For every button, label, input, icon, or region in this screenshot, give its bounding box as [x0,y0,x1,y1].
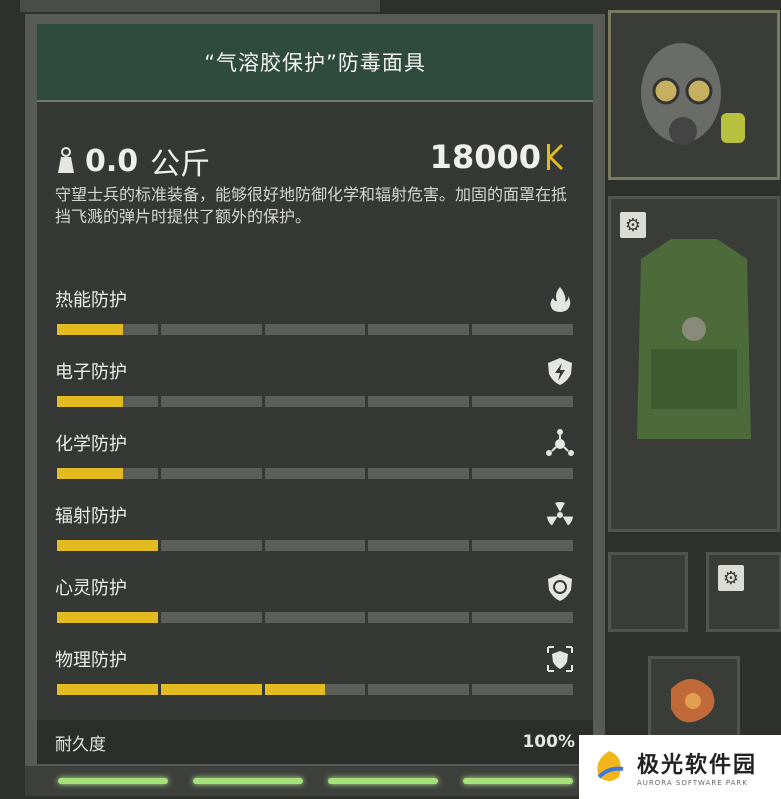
stat-bar-segment [264,468,366,479]
stat-row: 化学防护 [55,429,575,490]
radiation-icon [547,502,573,526]
psy-shield-icon [548,574,572,601]
stat-bar-segment [57,468,158,479]
gas-mask-image [641,43,745,145]
glow-bar [462,778,573,784]
stat-bar-segment [57,612,158,623]
watermark: 极光软件园 AURORA SOFTWARE PARK [579,735,781,799]
stat-bar [57,396,573,407]
stat-row: 心灵防护 [55,574,575,634]
stat-label: 电子防护 [55,362,127,383]
glow-bar [192,778,303,784]
stat-bar-segment [160,324,262,335]
stat-bar-fill [57,540,158,551]
artifact-image [671,679,715,723]
stat-bar [57,612,573,623]
stat-bar [57,684,573,695]
stat-bar-segment [368,612,470,623]
stat-row: 辐射防护 [55,502,575,562]
stat-bar-segment [57,396,158,407]
stat-row: 物理防护 [55,646,575,706]
stat-bar-segment [264,396,366,407]
item-tooltip: “气溶胶保护”防毒面具 0.0 公斤 18000 守望士兵的标准装备，能够很好地… [25,14,605,776]
stat-bar-segment [368,396,470,407]
stat-bar-fill [57,396,123,407]
settings-gear-icon[interactable]: ⚙ [718,565,744,591]
stat-label: 心灵防护 [55,578,127,599]
stat-bar-fill [264,684,326,695]
stat-bar-segment [368,540,470,551]
stat-bar-fill [57,684,158,695]
stat-bar-segment [57,324,158,335]
watermark-text: 极光软件园 [637,753,758,778]
currency-icon [547,143,564,171]
stat-bar-segment [160,684,262,695]
stat-bar-segment [264,540,366,551]
stat-label: 辐射防护 [55,506,127,527]
stat-label: 化学防护 [55,434,127,455]
watermark-subtext: AURORA SOFTWARE PARK [637,779,748,787]
stat-bar-segment [57,684,158,695]
fire-icon [550,287,571,312]
empty-slot[interactable] [608,552,688,632]
stat-row: 电子防护 [55,358,575,418]
stat-bar-segment [472,396,573,407]
stat-bar-segment [264,684,366,695]
glow-bar [57,778,168,784]
stat-label: 物理防护 [55,650,127,671]
stat-bar-segment [472,540,573,551]
stat-bar-segment [472,684,573,695]
stat-bar-segment [368,324,470,335]
stat-bar-segment [57,540,158,551]
stat-bar-fill [160,684,262,695]
stat-bar-segment [368,468,470,479]
empty-slot[interactable] [706,552,781,632]
stat-bar [57,468,573,479]
stat-bar-fill [57,612,158,623]
electric-shield-icon [548,358,572,385]
stat-bar-fill [57,324,123,335]
stat-bar-segment [160,468,262,479]
chemical-icon [546,429,574,456]
stat-row: 热能防护 [55,286,575,346]
top-frame [20,0,380,12]
stat-bar-segment [472,612,573,623]
stat-bar [57,540,573,551]
glow-bar [327,778,438,784]
durability-value: 100% [522,732,575,752]
stat-bar-segment [368,684,470,695]
stat-bar-segment [472,324,573,335]
weight-value: 0.0 [85,143,139,179]
stat-label: 热能防护 [55,290,127,311]
item-title: “气溶胶保护”防毒面具 [37,24,593,102]
weight-icon [58,147,74,173]
armor-vest-image [637,239,751,439]
price: 18000 [430,138,565,176]
bottom-strip [25,766,605,796]
stat-bar-segment [264,324,366,335]
settings-gear-icon[interactable]: ⚙ [620,212,646,238]
physical-shield-icon [547,646,573,672]
stat-bar-segment [472,468,573,479]
durability-row: 耐久度 100% [37,720,593,764]
durability-label: 耐久度 [55,734,106,755]
stat-bar-segment [160,612,262,623]
stat-bar-segment [160,540,262,551]
weight-unit: 公斤 [150,147,211,182]
gas-mask-slot[interactable] [608,10,780,180]
stat-bar-segment [160,396,262,407]
stat-bar-segment [264,612,366,623]
watermark-logo-icon [597,751,624,781]
stat-bar-fill [57,468,123,479]
item-description: 守望士兵的标准装备，能够很好地防御化学和辐射危害。加固的面罩在抵挡飞溅的弹片时提… [55,185,568,226]
price-value: 18000 [429,138,541,176]
weight-row: 0.0 公斤 [55,139,210,183]
stat-bar [57,324,573,335]
armor-slot[interactable] [608,196,780,532]
